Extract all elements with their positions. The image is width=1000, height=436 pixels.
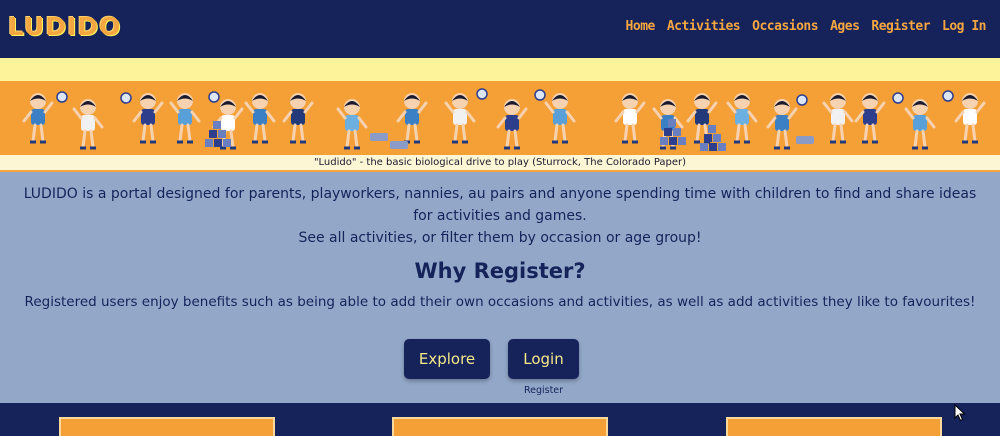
toy-block xyxy=(213,121,221,129)
nav-occasions[interactable]: Occasions xyxy=(752,19,818,34)
toy-block xyxy=(668,119,676,127)
toy-block xyxy=(205,139,213,147)
toy-block xyxy=(669,137,677,145)
ball-toy xyxy=(120,92,132,104)
activity-card[interactable] xyxy=(392,417,608,436)
explore-button[interactable]: Explore xyxy=(404,339,490,379)
child-figure xyxy=(444,93,476,144)
child-figure xyxy=(132,93,164,144)
toy-block xyxy=(673,128,681,136)
nav-home[interactable]: Home xyxy=(626,19,656,34)
toy-block xyxy=(218,130,226,138)
ball-toy xyxy=(892,92,904,104)
child-figure xyxy=(396,93,428,144)
children-playing-illustration xyxy=(22,88,986,151)
toy-block xyxy=(678,137,686,145)
toy-block xyxy=(708,125,716,133)
nav-login[interactable]: Log In xyxy=(942,19,986,34)
toy-block xyxy=(664,128,672,136)
banner-caption: "Ludido" - the basic biological drive to… xyxy=(0,155,1000,170)
child-figure xyxy=(854,93,886,144)
toy-block xyxy=(709,143,717,151)
nav-ages[interactable]: Ages xyxy=(830,19,860,34)
child-figure xyxy=(954,93,986,144)
why-register-title: Why Register? xyxy=(414,259,586,283)
ball-toy xyxy=(208,91,220,103)
toy-car xyxy=(370,133,388,141)
child-figure xyxy=(169,93,201,144)
child-figure xyxy=(72,99,104,150)
toy-car xyxy=(796,136,814,144)
child-figure xyxy=(544,93,576,144)
ball-toy xyxy=(56,91,68,103)
toy-block xyxy=(713,134,721,142)
toy-block xyxy=(700,143,708,151)
banner-illustration xyxy=(0,81,1000,155)
child-figure xyxy=(282,93,314,144)
banner-top-stripe xyxy=(0,58,1000,81)
child-figure xyxy=(822,93,854,144)
child-figure xyxy=(614,93,646,144)
child-figure xyxy=(244,93,276,144)
child-figure xyxy=(904,99,936,150)
child-figure xyxy=(336,99,368,150)
nav-activities[interactable]: Activities xyxy=(667,19,741,34)
child-figure xyxy=(726,93,758,144)
mouse-cursor-icon xyxy=(954,404,966,422)
toy-block xyxy=(704,134,712,142)
why-register-text: Registered users enjoy benefits such as … xyxy=(24,294,976,310)
toy-block xyxy=(223,139,231,147)
nav-links: Home Activities Occasions Ages Register … xyxy=(626,19,987,34)
ball-toy xyxy=(942,90,954,102)
ball-toy xyxy=(534,89,546,101)
toy-block xyxy=(209,130,217,138)
intro-filter-hint: See all activities, or filter them by oc… xyxy=(298,230,702,246)
site-logo[interactable]: LUDIDO xyxy=(8,12,121,41)
toy-block xyxy=(214,139,222,147)
register-link[interactable]: Register xyxy=(508,385,579,396)
toy-car xyxy=(390,141,408,149)
toy-block xyxy=(660,137,668,145)
child-figure xyxy=(496,99,528,150)
child-figure xyxy=(766,99,798,150)
toy-block xyxy=(718,143,726,151)
ball-toy xyxy=(476,88,488,100)
intro-paragraph: LUDIDO is a portal designed for parents,… xyxy=(23,186,977,224)
ball-toy xyxy=(796,94,808,106)
activity-card[interactable] xyxy=(59,417,275,436)
navbar: LUDIDO Home Activities Occasions Ages Re… xyxy=(0,0,1000,58)
activity-card[interactable] xyxy=(726,417,942,436)
nav-register[interactable]: Register xyxy=(871,19,930,34)
banner-divider xyxy=(0,170,1000,172)
child-figure xyxy=(22,93,54,144)
intro-text: LUDIDO is a portal designed for parents,… xyxy=(20,183,980,249)
login-button[interactable]: Login xyxy=(508,339,579,379)
